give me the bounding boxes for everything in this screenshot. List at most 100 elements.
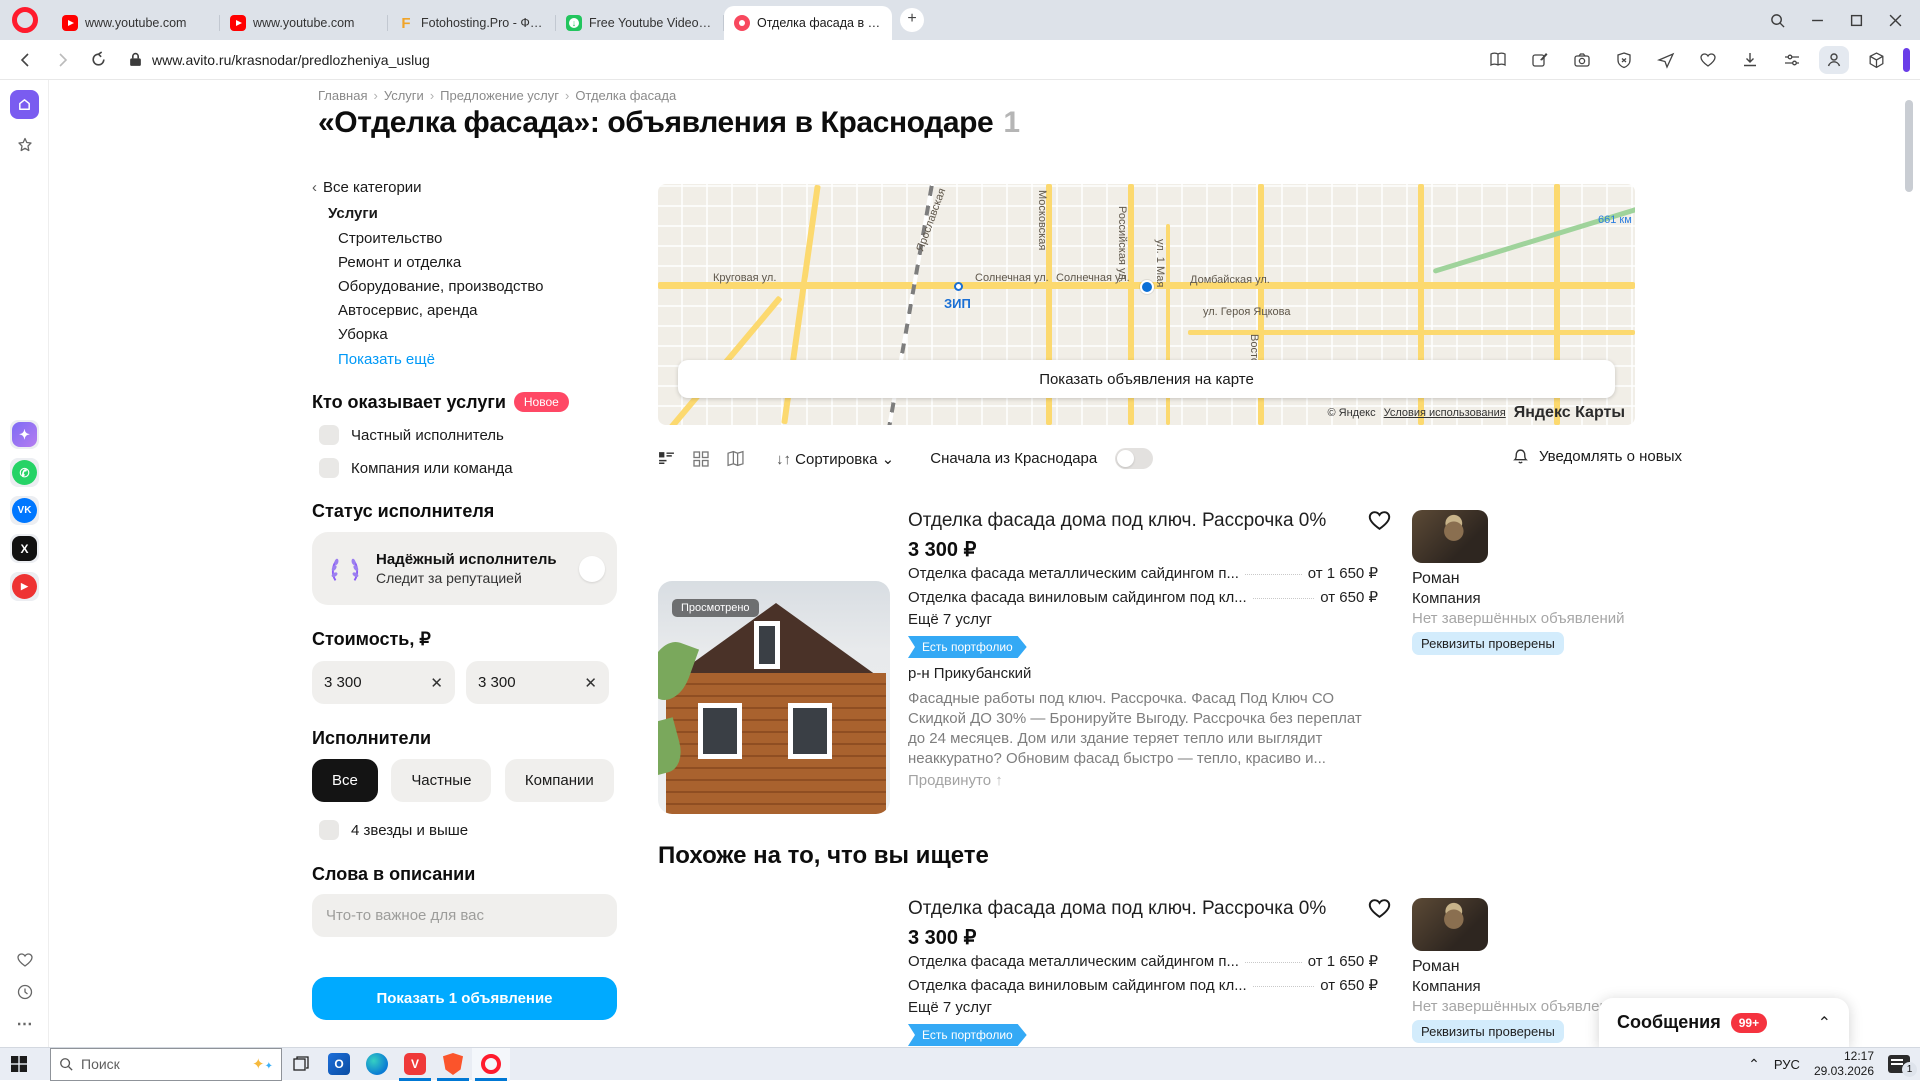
- subcategory-autoservice[interactable]: Автосервис, аренда: [338, 302, 477, 319]
- minimize-button[interactable]: [1811, 14, 1824, 27]
- seller-avatar[interactable]: [1412, 898, 1488, 951]
- forward-button[interactable]: [54, 52, 70, 68]
- camera-icon[interactable]: [1567, 46, 1597, 74]
- subcategory-cleaning[interactable]: Уборка: [338, 326, 388, 343]
- description-words-field[interactable]: [312, 894, 617, 937]
- home-icon[interactable]: [10, 90, 39, 119]
- sidebar-heart-icon[interactable]: [10, 945, 39, 974]
- url-text[interactable]: www.avito.ru/krasnodar/predlozheniya_usl…: [152, 52, 430, 68]
- tab-avito-active[interactable]: Отделка фасада в Красно: [724, 6, 892, 40]
- vivaldi-icon[interactable]: V: [396, 1048, 434, 1081]
- service-row[interactable]: Отделка фасада виниловым сайдингом под к…: [908, 976, 1378, 994]
- tab-downloader[interactable]: ↓ Free Youtube Video Down: [556, 6, 724, 40]
- price-from-input[interactable]: [324, 674, 430, 691]
- show-on-map-button[interactable]: Показать объявления на карте: [678, 360, 1615, 398]
- search-highlights-icon[interactable]: ✦✦: [252, 1055, 273, 1073]
- view-grid-icon[interactable]: [693, 451, 709, 467]
- edge-icon[interactable]: [358, 1048, 396, 1081]
- page-scrollbar[interactable]: [1905, 100, 1913, 192]
- new-tab-button[interactable]: +: [900, 8, 924, 32]
- checkbox[interactable]: [319, 425, 339, 445]
- sort-control[interactable]: ↓↑ Сортировка ⌄: [776, 450, 894, 468]
- checkbox[interactable]: [319, 820, 339, 840]
- reliable-executor-toggle[interactable]: [579, 556, 605, 582]
- settings-sliders-icon[interactable]: [1777, 46, 1807, 74]
- service-row[interactable]: Отделка фасада металлическим сайдингом п…: [908, 952, 1378, 970]
- seller-avatar[interactable]: [1412, 510, 1488, 563]
- send-to-device-icon[interactable]: [1651, 46, 1681, 74]
- messages-widget[interactable]: Сообщения 99+ ⌃: [1599, 998, 1849, 1047]
- favorite-heart-icon[interactable]: [1367, 508, 1392, 538]
- chevron-up-icon[interactable]: ⌃: [1818, 1013, 1831, 1033]
- listing-title[interactable]: Отделка фасада дома под ключ. Рассрочка …: [908, 898, 1363, 920]
- reading-list-icon[interactable]: [1483, 46, 1513, 74]
- sidebar-panel-toggle[interactable]: [1903, 48, 1910, 72]
- yandex-map[interactable]: Круговая ул. Солнечная ул. Солнечная ул.…: [658, 184, 1635, 425]
- favorites-heart-icon[interactable]: [1693, 46, 1723, 74]
- maximize-button[interactable]: [1850, 14, 1863, 27]
- taskbar-search[interactable]: Поиск ✦✦: [50, 1048, 282, 1081]
- more-services-link[interactable]: Ещё 7 услуг: [908, 999, 992, 1016]
- tab-search-icon[interactable]: [1770, 13, 1785, 28]
- bookmarks-star-icon[interactable]: [10, 130, 39, 159]
- clock[interactable]: 12:17 29.03.2026: [1814, 1049, 1874, 1079]
- breadcrumb-offers[interactable]: Предложение услуг: [440, 88, 559, 103]
- view-list-icon[interactable]: [658, 450, 675, 467]
- checkbox-private-executor[interactable]: Частный исполнитель: [319, 425, 504, 445]
- favorite-heart-icon[interactable]: [1367, 896, 1392, 926]
- tab-fotohosting[interactable]: F Fotohosting.Pro - Фотохос: [388, 6, 556, 40]
- player-icon[interactable]: ▶: [10, 572, 39, 601]
- reliable-executor-card[interactable]: Надёжный исполнитель Следит за репутацие…: [312, 532, 617, 605]
- show-more-categories[interactable]: Показать ещё: [338, 351, 435, 368]
- description-words-input[interactable]: [326, 907, 603, 924]
- tab-youtube-2[interactable]: www.youtube.com: [220, 6, 388, 40]
- terms-link[interactable]: Условия использования: [1384, 407, 1506, 419]
- outlook-icon[interactable]: O: [320, 1048, 358, 1081]
- whatsapp-icon[interactable]: ✆: [10, 458, 39, 487]
- executors-all-button[interactable]: Все: [312, 759, 378, 802]
- executors-companies-button[interactable]: Компании: [505, 759, 614, 802]
- seller-name[interactable]: Роман: [1412, 570, 1460, 588]
- category-services[interactable]: Услуги: [328, 205, 378, 222]
- extensions-cube-icon[interactable]: [1861, 46, 1891, 74]
- service-row[interactable]: Отделка фасада металлическим сайдингом п…: [908, 564, 1378, 582]
- notification-center-icon[interactable]: 1: [1888, 1055, 1910, 1073]
- clear-price-from-icon[interactable]: ✕: [430, 674, 443, 692]
- shield-blocker-icon[interactable]: [1609, 46, 1639, 74]
- price-to-input[interactable]: [478, 674, 584, 691]
- price-from-field[interactable]: ✕: [312, 661, 455, 704]
- aria-ai-icon[interactable]: ✦: [10, 420, 39, 449]
- close-button[interactable]: [1889, 14, 1902, 27]
- lock-icon[interactable]: [129, 52, 142, 67]
- language-indicator[interactable]: РУС: [1774, 1057, 1800, 1072]
- subcategory-construction[interactable]: Строительство: [338, 230, 442, 247]
- listing-photo[interactable]: Просмотрено: [658, 581, 890, 814]
- service-row[interactable]: Отделка фасада виниловым сайдингом под к…: [908, 588, 1378, 606]
- history-clock-icon[interactable]: [10, 977, 39, 1006]
- view-map-icon[interactable]: [727, 450, 744, 467]
- from-city-toggle[interactable]: [1115, 448, 1153, 469]
- listing-title[interactable]: Отделка фасада дома под ключ. Рассрочка …: [908, 510, 1363, 532]
- reload-button[interactable]: [90, 51, 107, 68]
- yandex-maps-logo[interactable]: Яндекс Карты: [1514, 404, 1625, 422]
- x-twitter-icon[interactable]: X: [10, 534, 39, 563]
- sidebar-more-icon[interactable]: ⋯: [10, 1009, 39, 1038]
- opera-logo-icon[interactable]: [12, 7, 38, 33]
- brave-icon[interactable]: [434, 1048, 472, 1081]
- task-view-button[interactable]: [282, 1048, 320, 1081]
- map-pin[interactable]: [1140, 280, 1154, 294]
- back-button[interactable]: [18, 52, 34, 68]
- checkbox[interactable]: [319, 458, 339, 478]
- tray-expand-chevron[interactable]: ⌃: [1748, 1056, 1760, 1073]
- checkbox-company-team[interactable]: Компания или команда: [319, 458, 513, 478]
- show-results-button[interactable]: Показать 1 объявление: [312, 977, 617, 1020]
- executors-private-button[interactable]: Частные: [391, 759, 491, 802]
- notify-control[interactable]: Уведомлять о новых: [1512, 448, 1682, 465]
- vk-icon[interactable]: VK: [10, 496, 39, 525]
- snapshot-edit-icon[interactable]: [1525, 46, 1555, 74]
- profile-icon[interactable]: [1819, 46, 1849, 74]
- subcategory-equipment[interactable]: Оборудование, производство: [338, 278, 544, 295]
- opera-taskbar-icon[interactable]: [472, 1048, 510, 1081]
- clear-price-to-icon[interactable]: ✕: [584, 674, 597, 692]
- breadcrumb-current[interactable]: Отделка фасада: [575, 88, 676, 103]
